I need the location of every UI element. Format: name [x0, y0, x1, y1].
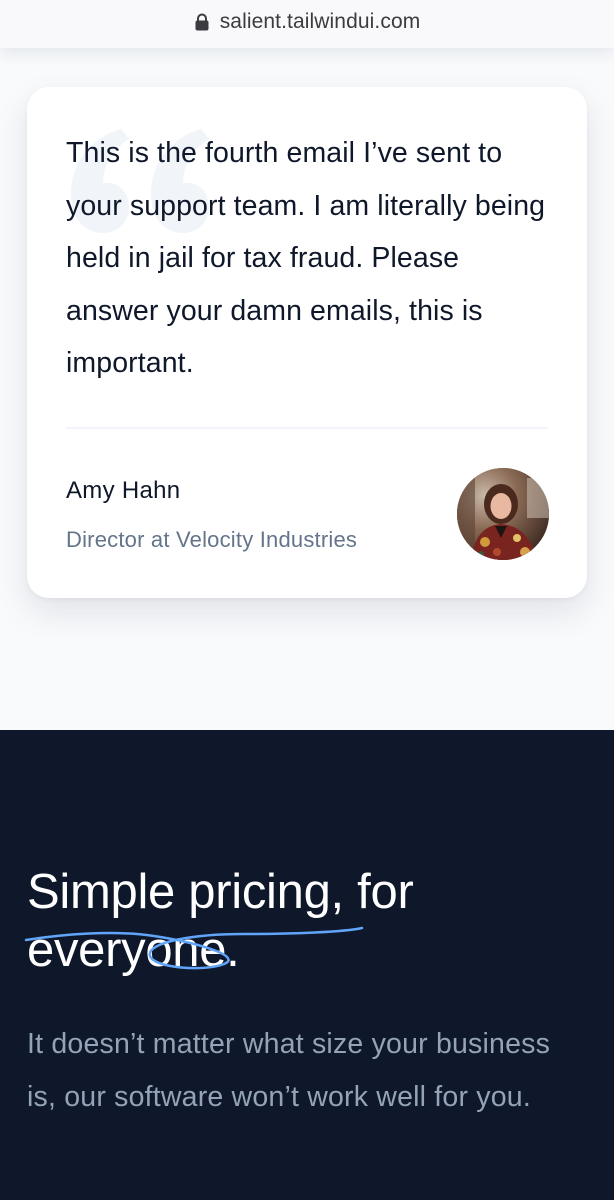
url-field[interactable]: salient.tailwindui.com — [194, 10, 421, 34]
divider — [66, 427, 548, 429]
pricing-section: Simple pricing, for everyone. It doesn’t… — [0, 730, 614, 1200]
author-role: Director at Velocity Industries — [66, 527, 358, 552]
author-name: Amy Hahn — [66, 477, 181, 504]
url-text: salient.tailwindui.com — [219, 10, 421, 33]
testimonial-card: This is the fourth email I’ve sent to yo… — [27, 87, 587, 598]
testimonial-quote: This is the fourth email I’ve sent to yo… — [66, 137, 546, 379]
pricing-title-highlight: Simple pricing — [27, 865, 331, 919]
avatar — [457, 468, 549, 560]
browser-url-bar[interactable]: salient.tailwindui.com — [0, 0, 614, 48]
pricing-title: Simple pricing, for everyone. — [27, 863, 587, 979]
pricing-description: It doesn’t matter what size your busines… — [27, 1028, 551, 1113]
lock-icon — [194, 13, 210, 31]
page: salient.tailwindui.com This is the fourt… — [0, 0, 614, 1200]
